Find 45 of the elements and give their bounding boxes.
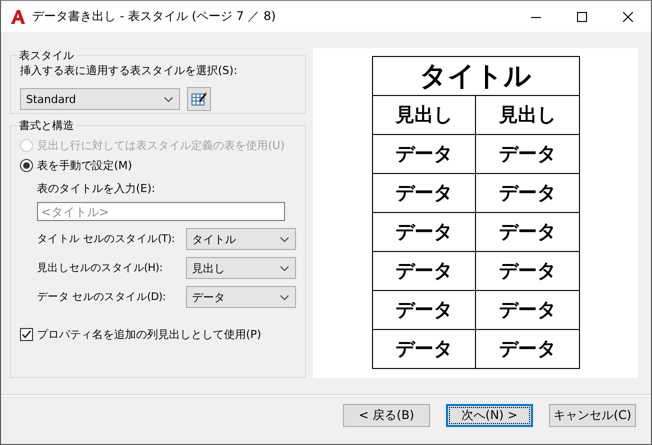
field-label: 表のタイトルを入力(E): <box>37 181 156 196</box>
table-cell: タイトル <box>372 56 579 96</box>
wizard-button[interactable]: < 戻る(B) <box>343 404 430 427</box>
table-cell: 見出し <box>372 96 476 134</box>
table-style-dropdown[interactable]: Standard <box>20 88 180 110</box>
chevron-down-icon <box>280 294 289 300</box>
table-cell: データ <box>476 212 579 252</box>
table-style-edit-button[interactable] <box>187 87 211 111</box>
table-brush-icon <box>191 91 207 107</box>
chevron-down-icon <box>280 266 289 270</box>
radio-icon <box>20 139 33 152</box>
field-label: 挿入する表に適用する表スタイルを選択(S): <box>20 63 238 78</box>
table-cell: データ <box>372 330 476 368</box>
table-cell: データ <box>476 174 579 212</box>
checkbox-icon <box>20 328 33 341</box>
table-cell: データ <box>476 134 579 174</box>
maximize-icon <box>577 12 587 22</box>
table-cell: データ <box>476 330 579 368</box>
wizard-button[interactable]: 次へ(N) > <box>446 404 533 427</box>
style-dropdown[interactable]: 見出し <box>186 257 296 279</box>
style-dropdown[interactable]: タイトル <box>186 228 296 250</box>
window-title: データ書き出し - 表スタイル (ページ 7 ／ 8) <box>32 8 277 25</box>
table-cell: データ <box>372 174 476 212</box>
chevron-down-icon <box>164 96 173 102</box>
radio-option[interactable]: 表を手動で設定(M) <box>20 158 296 173</box>
wizard-button[interactable]: キャンセル(C) <box>549 404 636 427</box>
radio-icon <box>20 159 33 172</box>
field-label: データ セルのスタイル(D): <box>37 290 167 304</box>
table-cell: 見出し <box>476 96 579 134</box>
table-cell: データ <box>372 212 476 252</box>
table-cell: データ <box>372 252 476 290</box>
table-cell: データ <box>476 290 579 330</box>
property-checkbox[interactable]: プロパティ名を追加の列見出しとして使用(P) <box>20 327 296 342</box>
field-label: 見出しセルのスタイル(H): <box>37 261 164 275</box>
close-icon <box>623 12 633 22</box>
table-cell: データ <box>372 134 476 174</box>
table-cell: データ <box>372 290 476 330</box>
style-dropdown[interactable]: データ <box>186 286 296 308</box>
title-input-field[interactable]: <タイトル> <box>37 202 285 221</box>
app-logo-icon <box>10 8 26 24</box>
chevron-down-icon <box>280 236 289 242</box>
group-label: 書式と構造 <box>18 118 75 133</box>
field-label: タイトル セルのスタイル(T): <box>37 232 176 246</box>
group-label: 表スタイル <box>18 48 75 63</box>
table-cell: データ <box>476 252 579 290</box>
